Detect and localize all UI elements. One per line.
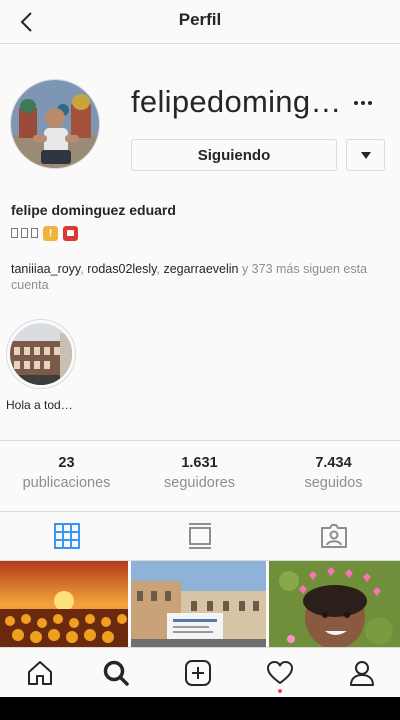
system-navigation-bar <box>0 697 400 720</box>
story-highlight[interactable] <box>6 319 76 389</box>
followed-by-text[interactable]: taniiiaa_royy, rodas02lesly, zegarraevel… <box>11 261 391 293</box>
page-title: Perfil <box>178 10 222 29</box>
activity-heart-icon <box>267 661 293 684</box>
following-button[interactable]: Siguiendo <box>131 139 337 171</box>
feed-icon <box>188 523 211 549</box>
grid-icon <box>53 523 80 549</box>
stat-value: 7.434 <box>315 455 352 471</box>
stat-value: 1.631 <box>181 455 218 471</box>
unsupported-glyph-icon <box>31 228 38 238</box>
town-square-photo <box>131 561 266 647</box>
stat-value: 23 <box>58 455 75 471</box>
stat-label: seguidos <box>304 475 363 491</box>
post-thumbnail[interactable] <box>0 561 128 647</box>
post-thumbnail[interactable] <box>269 561 400 647</box>
stat-label: publicaciones <box>22 475 111 491</box>
highlight-cover-image <box>10 323 72 385</box>
nav-activity[interactable] <box>240 648 320 697</box>
search-icon <box>103 660 129 686</box>
highlight-label: Hola a tod… <box>6 398 73 412</box>
stat-followers[interactable]: 1.631 seguidores <box>133 455 266 491</box>
divider <box>0 440 400 441</box>
profile-tabs <box>0 511 400 561</box>
unsupported-glyph-icon <box>21 228 28 238</box>
posts-grid <box>0 561 400 647</box>
profile-username: felipedoming… <box>131 84 342 119</box>
nav-profile[interactable] <box>322 648 400 697</box>
profile-bio: ! <box>11 224 78 242</box>
notification-dot <box>278 689 282 693</box>
tab-grid[interactable] <box>0 512 133 560</box>
emoji-icon <box>63 225 78 241</box>
post-thumbnail[interactable] <box>131 561 266 647</box>
follower-username[interactable]: zegarraevelin <box>163 262 238 276</box>
profile-icon <box>350 661 374 686</box>
tab-tagged[interactable] <box>267 512 400 560</box>
nav-new-post[interactable] <box>158 648 238 697</box>
more-dots-icon <box>354 101 358 105</box>
unsupported-glyph-icon <box>11 228 18 238</box>
profile-avatar[interactable] <box>10 79 100 169</box>
more-options-button[interactable] <box>350 92 376 114</box>
avatar-photo <box>11 80 99 168</box>
nav-search[interactable] <box>76 648 156 697</box>
nav-home[interactable] <box>0 648 80 697</box>
profile-full-name: felipe dominguez eduard <box>11 202 176 218</box>
stat-posts[interactable]: 23 publicaciones <box>0 455 133 491</box>
follower-username[interactable]: rodas02lesly <box>87 262 156 276</box>
suggestions-dropdown-button[interactable] <box>346 139 385 171</box>
selfie-photo <box>269 561 400 647</box>
caret-down-icon <box>360 151 371 159</box>
emoji-icon: ! <box>43 225 58 241</box>
tagged-icon <box>320 524 347 548</box>
tab-feed[interactable] <box>133 512 266 560</box>
follower-username[interactable]: taniiiaa_royy <box>11 262 80 276</box>
home-icon <box>28 661 52 685</box>
top-bar: Perfil <box>0 0 400 44</box>
profile-screen: Perfil felipedoming… Siguiendo felipe do… <box>0 0 400 697</box>
bottom-navigation <box>0 647 400 697</box>
new-post-icon <box>185 660 211 686</box>
stat-label: seguidores <box>164 475 235 491</box>
sunset-photo <box>0 561 128 647</box>
stat-following[interactable]: 7.434 seguidos <box>267 455 400 491</box>
